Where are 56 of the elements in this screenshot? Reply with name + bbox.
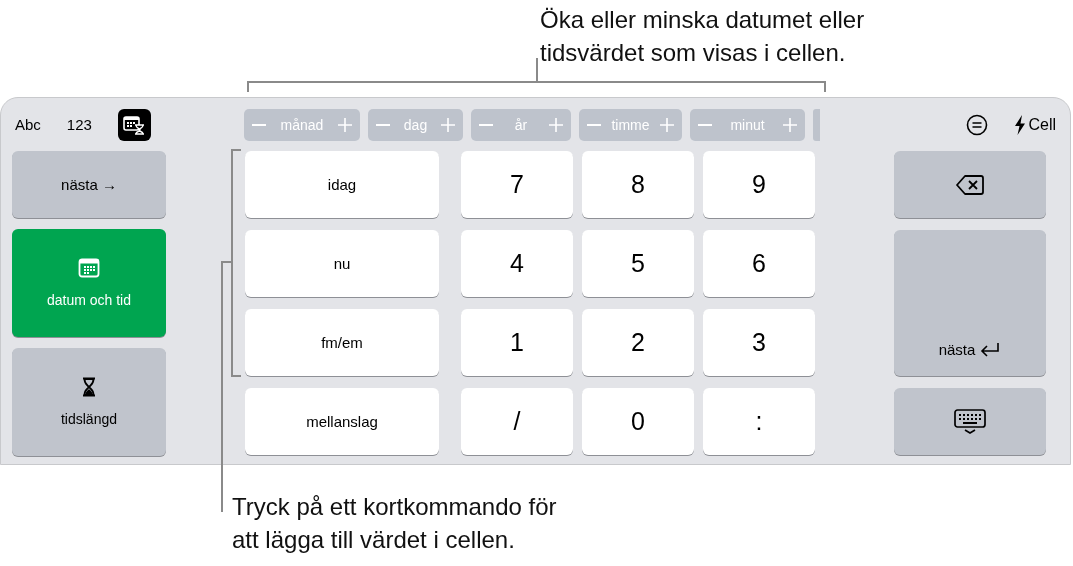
digit-key[interactable]: 5 [582,230,694,297]
digit-key[interactable]: 9 [703,151,815,218]
plus-button[interactable] [781,115,799,134]
callout-text: Tryck på ett kortkommando för att lägga till värdet i cellen. [232,492,557,555]
delete-icon [956,173,984,196]
shortcut-key[interactable]: mellanslag [245,388,439,455]
digit-key[interactable]: 0 [582,388,694,455]
stepper-label: dag [403,116,428,133]
digit-key[interactable]: 8 [582,151,694,218]
callout-text: Öka eller minska datumet eller tidsvärdet som visas i cellen. [540,5,865,68]
plus-icon [549,117,563,132]
hourglass-icon [82,377,96,397]
bolt-icon [1014,114,1027,135]
plus-button[interactable] [658,115,676,134]
minus-icon [479,123,493,126]
shortcut-key[interactable]: fm/em [245,309,439,376]
formula-button[interactable] [966,113,989,136]
return-key[interactable]: nästa [894,230,1046,376]
plus-icon [441,117,455,132]
digit-key[interactable]: : [703,388,815,455]
digit-key[interactable]: 2 [582,309,694,376]
stepper-label: år [514,116,528,133]
mode-tab[interactable] [117,108,151,141]
minus-icon [376,123,390,126]
mode-tab[interactable]: 123 [66,108,92,141]
keyboard-hide-icon [954,408,986,435]
formula-icon [966,113,989,136]
shortcut-key[interactable]: idag [245,151,439,218]
plus-button[interactable] [547,115,565,134]
stepper-label: timme [611,116,650,133]
plus-button[interactable] [439,115,457,134]
hide-keyboard-key[interactable] [894,388,1046,455]
digit-key[interactable]: / [461,388,573,455]
plus-icon [660,117,674,132]
stepper-label: minut [730,116,765,133]
digit-key[interactable]: 6 [703,230,815,297]
shortcut-key[interactable]: nu [245,230,439,297]
plus-icon [783,117,797,132]
mode-tab[interactable]: Abc [15,108,41,141]
stepper-label: månad [280,116,324,133]
plus-icon [338,117,352,132]
cell-button[interactable]: Cell [1014,114,1056,135]
plus-button[interactable] [336,115,354,134]
minus-icon [587,123,601,126]
calendar-hourglass-icon [123,114,146,135]
calendar-icon [78,258,100,278]
minus-icon [252,123,266,126]
digit-key[interactable]: 3 [703,309,815,376]
return-icon [979,342,1002,358]
next-key[interactable]: nästa → [12,151,166,218]
minus-icon [698,123,712,126]
delete-key[interactable] [894,151,1046,218]
digit-key[interactable]: 7 [461,151,573,218]
digit-key[interactable]: 4 [461,230,573,297]
mode-key[interactable]: tidslängd [12,348,166,456]
digit-key[interactable]: 1 [461,309,573,376]
